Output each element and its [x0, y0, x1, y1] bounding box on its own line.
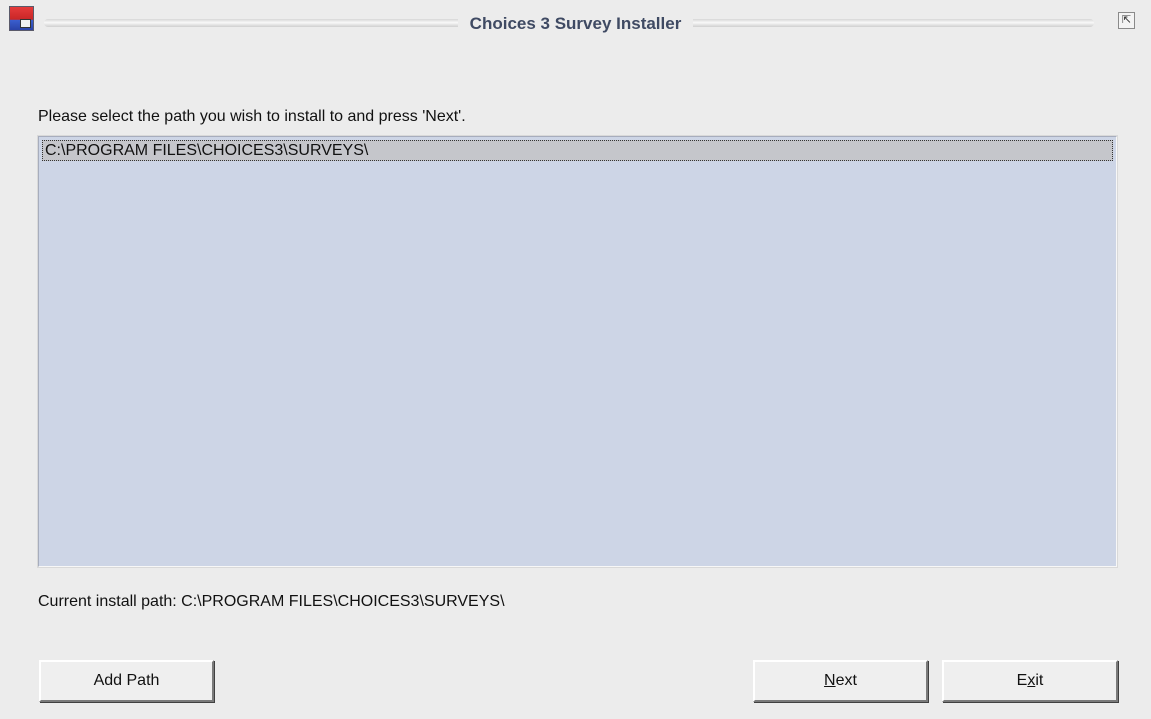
- install-path-list[interactable]: C:\PROGRAM FILES\CHOICES3\SURVEYS\: [38, 136, 1117, 567]
- exit-button-label: Exit: [1016, 672, 1044, 689]
- exit-button[interactable]: Exit: [942, 660, 1118, 702]
- next-button-label: Next: [824, 672, 857, 689]
- installer-window: Choices 3 Survey Installer ⇱ Please sele…: [0, 0, 1151, 719]
- window-title: Choices 3 Survey Installer: [0, 14, 1151, 34]
- instruction-label: Please select the path you wish to insta…: [38, 108, 466, 125]
- path-list-item[interactable]: C:\PROGRAM FILES\CHOICES3\SURVEYS\: [42, 140, 1113, 161]
- title-bar[interactable]: Choices 3 Survey Installer ⇱: [0, 0, 1151, 44]
- current-install-path-label: Current install path: C:\PROGRAM FILES\C…: [38, 593, 505, 610]
- add-path-button[interactable]: Add Path: [39, 660, 214, 702]
- next-button[interactable]: Next: [753, 660, 928, 702]
- restore-window-icon[interactable]: ⇱: [1118, 12, 1135, 29]
